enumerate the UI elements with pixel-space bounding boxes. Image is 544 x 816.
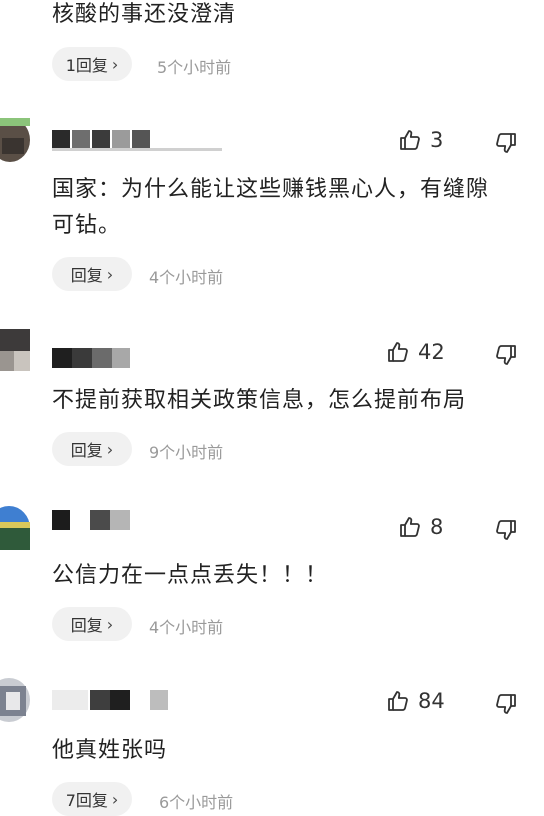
thumbs-up-icon bbox=[400, 517, 420, 537]
dislike-button[interactable] bbox=[494, 518, 518, 546]
avatar[interactable] bbox=[0, 329, 30, 373]
dislike-button[interactable] bbox=[494, 343, 518, 371]
like-button[interactable]: 42 bbox=[386, 340, 445, 364]
dislike-button[interactable] bbox=[494, 692, 518, 720]
like-count: 8 bbox=[430, 515, 444, 539]
username-redacted[interactable] bbox=[52, 510, 132, 530]
comment-text: 核酸的事还没澄清 bbox=[52, 2, 237, 27]
comment-text: 公信力在一点点丢失！！！ bbox=[52, 563, 329, 588]
username-redacted[interactable] bbox=[52, 348, 132, 368]
reply-label: 回复 bbox=[70, 266, 103, 285]
username-redacted[interactable] bbox=[52, 690, 172, 710]
thumbs-up-icon bbox=[388, 342, 408, 362]
reply-label: 7回复 bbox=[65, 791, 108, 810]
comment-time: 9个小时前 bbox=[149, 443, 224, 462]
reply-label: 1回复 bbox=[65, 56, 108, 75]
comment-time: 5个小时前 bbox=[157, 58, 232, 77]
like-button[interactable]: 84 bbox=[386, 689, 445, 713]
thumbs-down-icon bbox=[496, 133, 516, 153]
username-redacted[interactable] bbox=[52, 128, 222, 151]
reply-button[interactable]: 回复 › bbox=[52, 257, 132, 291]
thumbs-down-icon bbox=[496, 694, 516, 714]
avatar[interactable] bbox=[0, 118, 30, 162]
comment-time: 6个小时前 bbox=[159, 793, 234, 812]
reply-label: 回复 bbox=[70, 441, 103, 460]
reply-button[interactable]: 回复 › bbox=[52, 607, 132, 641]
chevron-right-icon: › bbox=[106, 439, 114, 459]
like-count: 84 bbox=[418, 689, 445, 713]
thumbs-up-icon bbox=[400, 130, 420, 150]
thumbs-down-icon bbox=[496, 520, 516, 540]
comment-time: 4个小时前 bbox=[149, 268, 224, 287]
reply-button[interactable]: 1回复 › bbox=[52, 47, 132, 81]
avatar[interactable] bbox=[0, 678, 30, 722]
reply-button[interactable]: 回复 › bbox=[52, 432, 132, 466]
like-button[interactable]: 8 bbox=[398, 515, 443, 539]
avatar[interactable] bbox=[0, 506, 30, 550]
chevron-right-icon: › bbox=[106, 264, 114, 284]
thumbs-up-icon bbox=[388, 691, 408, 711]
chevron-right-icon: › bbox=[111, 789, 119, 809]
comment-text: 他真姓张吗 bbox=[52, 738, 168, 763]
thumbs-down-icon bbox=[496, 345, 516, 365]
dislike-button[interactable] bbox=[494, 131, 518, 159]
comment-text: 国家：为什么能让这些赚钱黑心人，有缝隙 bbox=[52, 177, 490, 202]
chevron-right-icon: › bbox=[106, 614, 114, 634]
reply-button[interactable]: 7回复 › bbox=[52, 782, 132, 816]
like-count: 3 bbox=[430, 128, 444, 152]
comment-text-continued: 可钻。 bbox=[52, 213, 122, 238]
like-button[interactable]: 3 bbox=[398, 128, 443, 152]
comment-text: 不提前获取相关政策信息，怎么提前布局 bbox=[52, 388, 467, 413]
like-count: 42 bbox=[418, 340, 445, 364]
reply-label: 回复 bbox=[70, 616, 103, 635]
chevron-right-icon: › bbox=[111, 54, 119, 74]
comment-time: 4个小时前 bbox=[149, 618, 224, 637]
